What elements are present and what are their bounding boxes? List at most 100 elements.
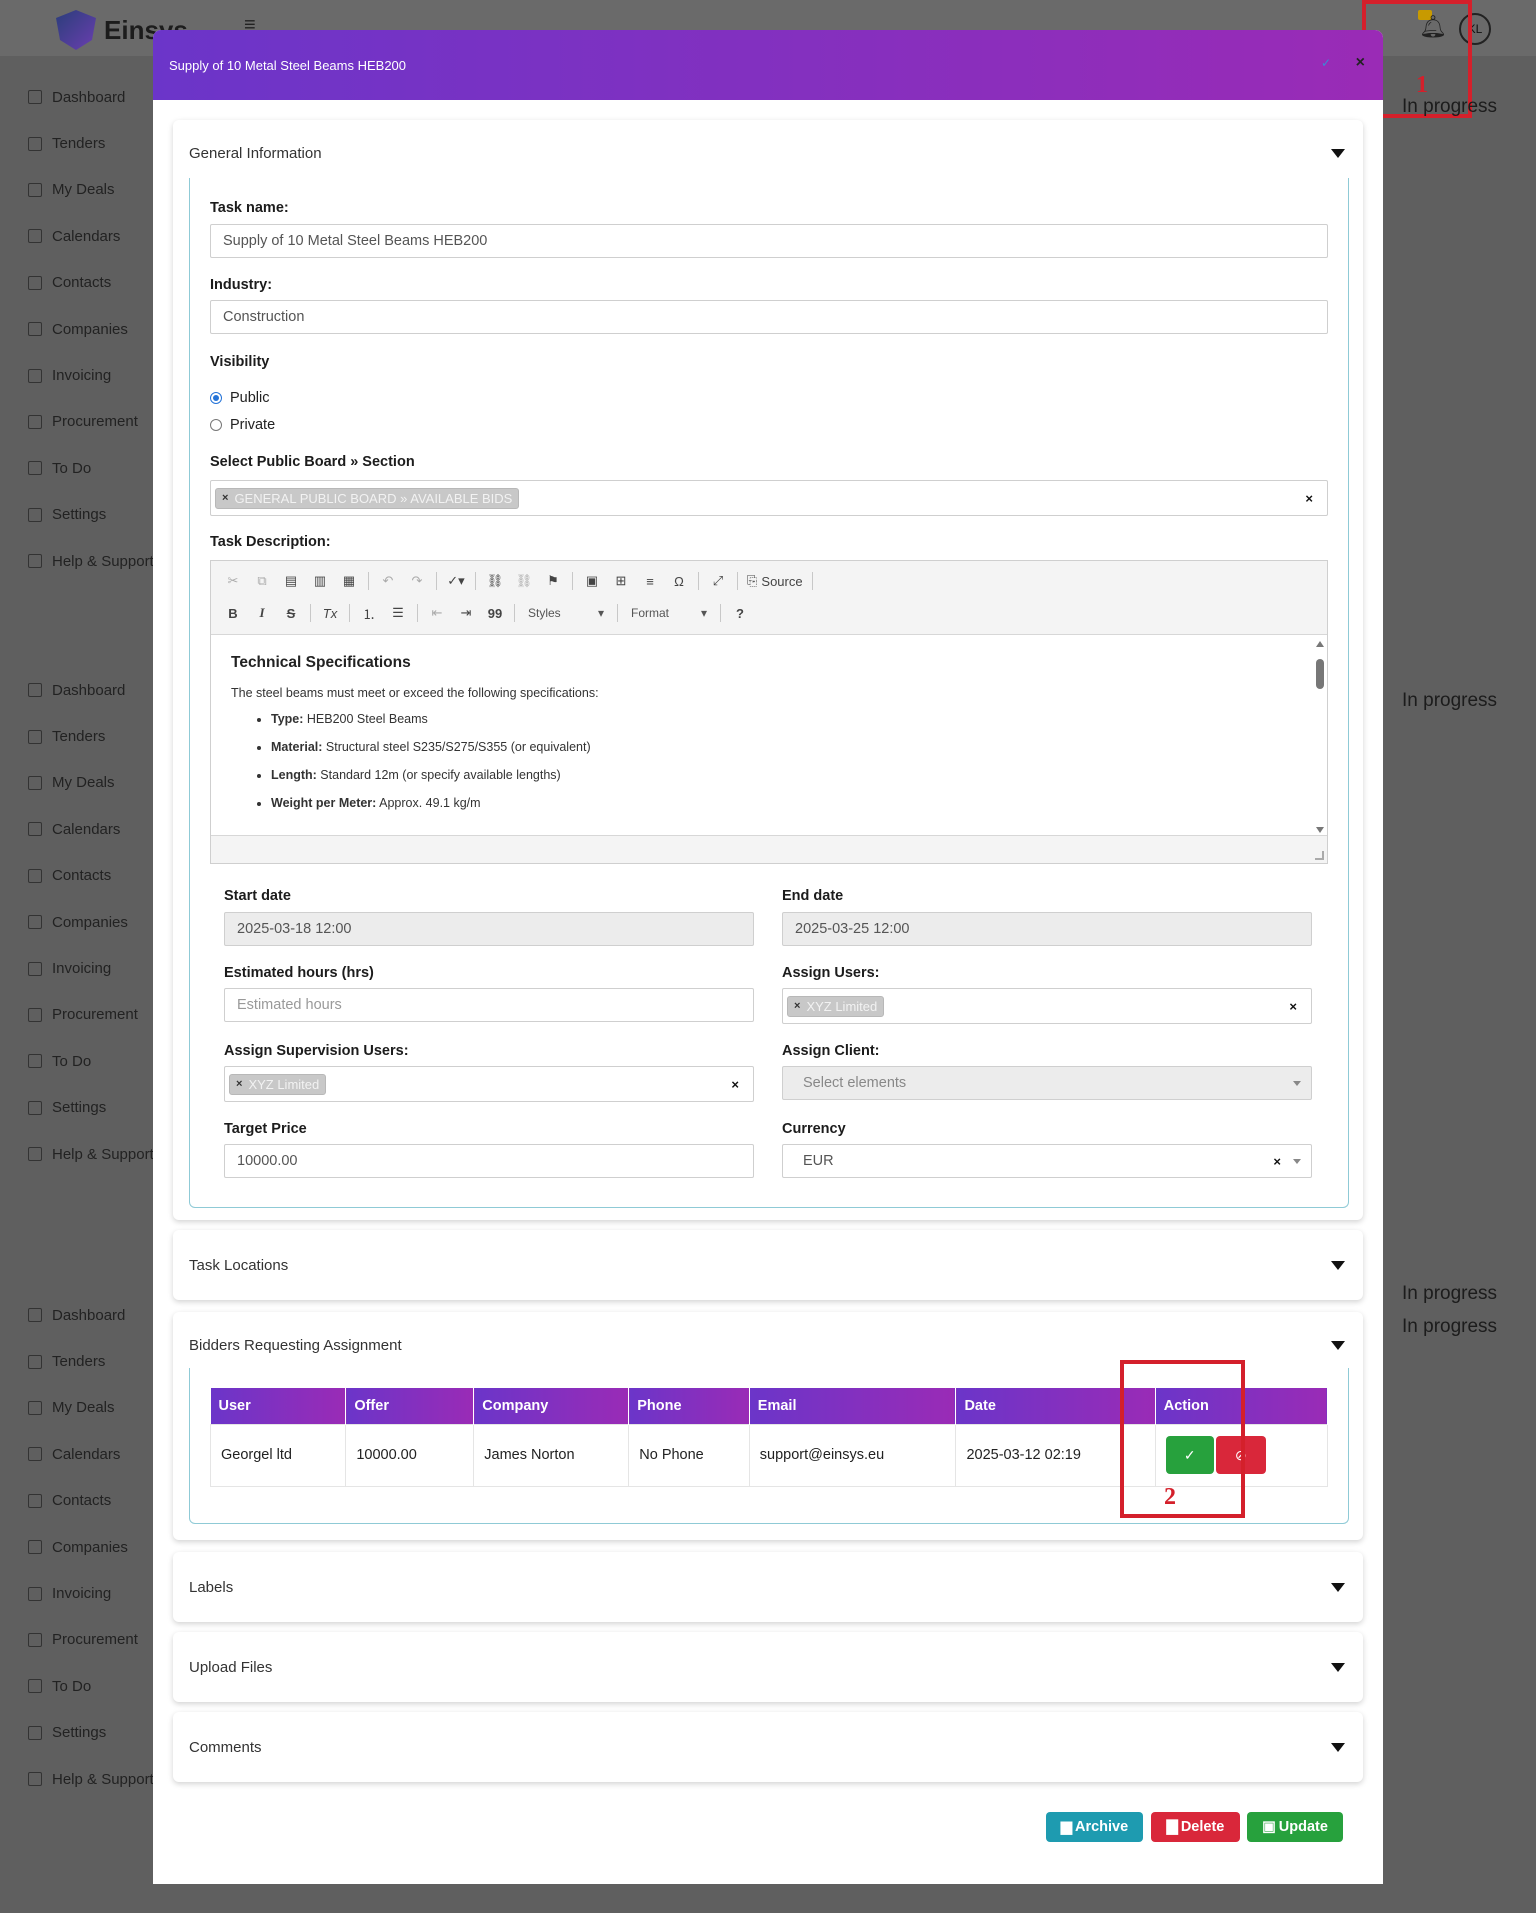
column-header-offer[interactable]: Offer <box>345 1388 475 1424</box>
sidebar-item-tenders[interactable]: Tenders <box>28 713 158 759</box>
sidebar-item-settings[interactable]: Settings <box>28 1085 158 1131</box>
sidebar-item-companies[interactable]: Companies <box>28 1524 158 1570</box>
editor-scrollbar[interactable] <box>1315 639 1325 835</box>
radio-dot[interactable] <box>210 419 222 431</box>
scroll-up-icon[interactable] <box>1316 641 1324 647</box>
scroll-thumb[interactable] <box>1316 659 1324 689</box>
sidebar-item-my-deals[interactable]: My Deals <box>28 760 158 806</box>
sidebar-item-my-deals[interactable]: My Deals <box>28 1385 158 1431</box>
column-header-user[interactable]: User <box>210 1388 347 1424</box>
horizontal-rule-icon[interactable]: ≡ <box>640 571 660 591</box>
task-name-input[interactable]: Supply of 10 Metal Steel Beams HEB200 <box>210 224 1328 258</box>
blockquote-button[interactable]: 99 <box>485 603 505 623</box>
sidebar-item-dashboard[interactable]: Dashboard <box>28 667 158 713</box>
copy-icon[interactable]: ⧉ <box>252 571 272 591</box>
clear-icon[interactable]: × <box>1305 491 1313 506</box>
board-select[interactable]: × GENERAL PUBLIC BOARD » AVAILABLE BIDS × <box>210 480 1328 516</box>
sidebar-item-procurement[interactable]: Procurement <box>28 399 158 445</box>
sidebar-item-help-support[interactable]: Help & Support <box>28 538 158 584</box>
caret-down-icon[interactable] <box>1331 1663 1345 1672</box>
sidebar-item-contacts[interactable]: Contacts <box>28 1478 158 1524</box>
tag-remove-icon[interactable]: × <box>222 492 228 504</box>
strikethrough-button[interactable]: S <box>281 603 301 623</box>
sidebar-item-companies[interactable]: Companies <box>28 899 158 945</box>
delete-button[interactable]: ▇ Delete <box>1151 1812 1240 1842</box>
sidebar-item-invoicing[interactable]: Invoicing <box>28 1570 158 1616</box>
assign-client-select[interactable]: Select elements <box>782 1066 1312 1100</box>
sidebar-item-tenders[interactable]: Tenders <box>28 120 158 166</box>
task-locations-header[interactable]: Task Locations <box>173 1230 1363 1300</box>
sidebar-item-to-do[interactable]: To Do <box>28 1038 158 1084</box>
estimated-hours-input[interactable]: Estimated hours <box>224 988 754 1022</box>
column-header-phone[interactable]: Phone <box>628 1388 750 1424</box>
source-button[interactable]: ⎘ Source <box>747 573 803 589</box>
sidebar-item-to-do[interactable]: To Do <box>28 1663 158 1709</box>
sidebar-item-procurement[interactable]: Procurement <box>28 992 158 1038</box>
undo-icon[interactable]: ↶ <box>378 571 398 591</box>
clear-icon[interactable]: × <box>1289 999 1297 1014</box>
sidebar-item-calendars[interactable]: Calendars <box>28 1431 158 1477</box>
caret-down-icon[interactable] <box>1331 1743 1345 1752</box>
visibility-public-radio[interactable]: Public <box>210 390 270 406</box>
sidebar-item-to-do[interactable]: To Do <box>28 445 158 491</box>
image-icon[interactable]: ▣ <box>582 571 602 591</box>
maximize-icon[interactable]: ⤢ <box>708 571 728 591</box>
editor-content-area[interactable]: Technical Specifications The steel beams… <box>211 636 1327 836</box>
bold-button[interactable]: B <box>223 603 243 623</box>
caret-down-icon[interactable] <box>1331 1583 1345 1592</box>
sidebar-item-procurement[interactable]: Procurement <box>28 1617 158 1663</box>
outdent-icon[interactable]: ⇤ <box>427 603 447 623</box>
spellcheck-icon[interactable]: ✓▾ <box>446 571 466 591</box>
sidebar-item-companies[interactable]: Companies <box>28 306 158 352</box>
sidebar-item-dashboard[interactable]: Dashboard <box>28 74 158 120</box>
special-char-icon[interactable]: Ω <box>669 571 689 591</box>
sidebar-item-settings[interactable]: Settings <box>28 1710 158 1756</box>
visibility-private-radio[interactable]: Private <box>210 417 275 433</box>
radio-dot-checked[interactable] <box>210 392 222 404</box>
cut-icon[interactable]: ✂ <box>223 571 243 591</box>
remove-format-button[interactable]: Tx <box>320 603 340 623</box>
labels-header[interactable]: Labels <box>173 1552 1363 1622</box>
close-icon[interactable]: × <box>1356 54 1365 72</box>
tag-remove-icon[interactable]: × <box>236 1078 242 1090</box>
sidebar-item-tenders[interactable]: Tenders <box>28 1338 158 1384</box>
sidebar-item-dashboard[interactable]: Dashboard <box>28 1292 158 1338</box>
sidebar-item-invoicing[interactable]: Invoicing <box>28 352 158 398</box>
sidebar-item-help-support[interactable]: Help & Support <box>28 1131 158 1177</box>
tag-remove-icon[interactable]: × <box>794 1000 800 1012</box>
paste-text-icon[interactable]: ▥ <box>310 571 330 591</box>
sidebar-item-help-support[interactable]: Help & Support <box>28 1756 158 1802</box>
paste-word-icon[interactable]: ▦ <box>339 571 359 591</box>
column-header-email[interactable]: Email <box>749 1388 957 1424</box>
industry-input[interactable]: Construction <box>210 300 1328 334</box>
clear-icon[interactable]: × <box>1273 1154 1281 1169</box>
column-header-company[interactable]: Company <box>473 1388 630 1424</box>
comments-header[interactable]: Comments <box>173 1712 1363 1782</box>
redo-icon[interactable]: ↷ <box>407 571 427 591</box>
upload-files-header[interactable]: Upload Files <box>173 1632 1363 1702</box>
sidebar-item-contacts[interactable]: Contacts <box>28 260 158 306</box>
archive-button[interactable]: ▆ Archive <box>1046 1812 1143 1842</box>
general-information-header[interactable]: General Information <box>173 120 1363 186</box>
styles-dropdown[interactable]: Styles ▾ <box>524 606 608 620</box>
caret-down-icon[interactable] <box>1331 149 1345 158</box>
assign-users-select[interactable]: × XYZ Limited × <box>782 988 1312 1024</box>
sidebar-item-calendars[interactable]: Calendars <box>28 806 158 852</box>
sidebar-item-my-deals[interactable]: My Deals <box>28 167 158 213</box>
supervision-users-select[interactable]: × XYZ Limited × <box>224 1066 754 1102</box>
sidebar-item-contacts[interactable]: Contacts <box>28 853 158 899</box>
anchor-flag-icon[interactable]: ⚑ <box>543 571 563 591</box>
scroll-down-icon[interactable] <box>1316 827 1324 833</box>
italic-button[interactable]: I <box>252 603 272 623</box>
end-date-input[interactable]: 2025-03-25 12:00 <box>782 912 1312 946</box>
sidebar-item-settings[interactable]: Settings <box>28 492 158 538</box>
target-price-input[interactable]: 10000.00 <box>224 1144 754 1178</box>
currency-select[interactable]: EUR × <box>782 1144 1312 1178</box>
numbered-list-icon[interactable]: ⒈ <box>359 603 379 623</box>
update-button[interactable]: ▣ Update <box>1247 1812 1343 1842</box>
indent-icon[interactable]: ⇥ <box>456 603 476 623</box>
clear-icon[interactable]: × <box>731 1077 739 1092</box>
table-icon[interactable]: ⊞ <box>611 571 631 591</box>
format-dropdown[interactable]: Format ▾ <box>627 606 711 620</box>
link-icon[interactable]: ⛓ <box>485 571 505 591</box>
